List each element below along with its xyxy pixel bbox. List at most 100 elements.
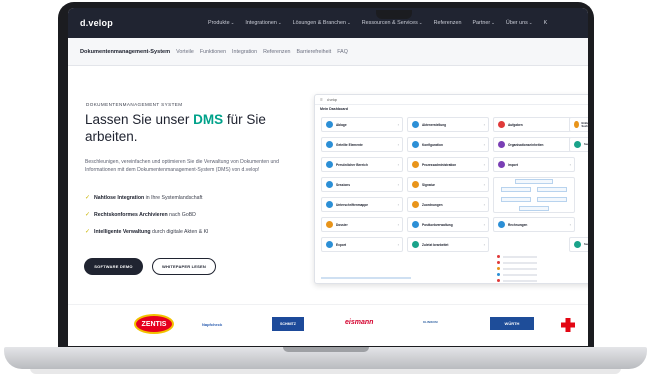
dashboard-tile[interactable]: Konfiguration › xyxy=(407,137,489,152)
nav-produkte[interactable]: Produkte⌄ xyxy=(208,20,234,26)
tile-label: Konfiguration xyxy=(422,142,443,147)
chevron-right-icon: › xyxy=(483,162,485,167)
dashboard-tile[interactable]: Export › xyxy=(321,237,403,252)
chevron-down-icon: ⌄ xyxy=(346,20,351,25)
dashboard-tile[interactable]: Aktenerstellung › xyxy=(407,117,489,132)
dashboard-tile[interactable]: Suche xyxy=(569,137,588,152)
headline-accent: DMS xyxy=(193,112,224,127)
subnav-funktionen[interactable]: Funktionen xyxy=(200,49,226,55)
chevron-right-icon: › xyxy=(483,202,485,207)
dashboard-tile[interactable]: Import › xyxy=(493,157,575,172)
eismann-logo: eismann xyxy=(345,319,374,326)
laptop-screen: d.velop Produkte⌄ Integrationen⌄ Lösunge… xyxy=(68,8,588,346)
tile-icon xyxy=(326,241,333,248)
tile-label: Persönlicher Bereich xyxy=(336,162,368,167)
scrollbar[interactable] xyxy=(321,277,411,279)
tile-icon xyxy=(326,141,333,148)
tile-label: Ablage xyxy=(336,122,347,127)
subnav-referenzen[interactable]: Referenzen xyxy=(263,49,290,55)
tile-icon xyxy=(412,161,419,168)
chevron-right-icon: › xyxy=(397,142,399,147)
file-icon xyxy=(497,255,500,258)
dashboard-tile[interactable]: Zuordnungen › xyxy=(407,197,489,212)
dashboard-tile[interactable]: Unterschriftenmappe › xyxy=(321,197,403,212)
klinikum-logo: KLINIKUM xyxy=(423,320,438,324)
subnav-vorteile[interactable]: Vorteile xyxy=(176,49,194,55)
chevron-right-icon: › xyxy=(483,182,485,187)
nav-label: K xyxy=(543,20,548,26)
dashboard-tile[interactable]: Ablage › xyxy=(321,117,403,132)
dashboard-tile[interactable]: Postkorbverwaltung › xyxy=(407,217,489,232)
tile-icon xyxy=(412,141,419,148)
tile-label: Rechnungen xyxy=(508,222,528,227)
menu-icon: ☰ xyxy=(320,97,323,102)
tile-icon xyxy=(326,201,333,208)
top-navigation: d.velop Produkte⌄ Integrationen⌄ Lösunge… xyxy=(68,8,588,38)
tile-icon xyxy=(412,181,419,188)
dashboard-tile[interactable]: Dossier › xyxy=(321,217,403,232)
nav-ressourcen[interactable]: Ressourcen & Services⌄ xyxy=(362,20,423,26)
list-item[interactable] xyxy=(503,280,537,282)
software-demo-button[interactable]: SOFTWARE DEMO xyxy=(84,258,143,275)
chevron-down-icon: ⌄ xyxy=(230,20,235,25)
nav-loesungen[interactable]: Lösungen & Branchen⌄ xyxy=(293,20,351,26)
nav-label: Referenzen xyxy=(433,20,462,26)
dashboard-tile[interactable]: Prozessadministration › xyxy=(407,157,489,172)
tile-icon xyxy=(574,141,581,148)
chevron-right-icon: › xyxy=(569,222,571,227)
subnav-barrierefreiheit[interactable]: Barrierefreiheit xyxy=(296,49,331,55)
nav-partner[interactable]: Partner⌄ xyxy=(472,20,494,26)
dashboard-tile[interactable]: Signatur › xyxy=(407,177,489,192)
tile-label: Sessions xyxy=(336,182,350,187)
dashboard-tile[interactable]: Persönlicher Bereich › xyxy=(321,157,403,172)
nav-ueber-uns[interactable]: Über uns⌄ xyxy=(506,20,533,26)
tile-icon xyxy=(412,221,419,228)
list-item[interactable] xyxy=(503,256,537,258)
tile-label: Suche xyxy=(584,143,588,146)
feature-text: Intelligente Verwaltung durch digitale A… xyxy=(94,229,208,235)
sub-navigation: Dokumentenmanagement-System Vorteile Fun… xyxy=(68,38,588,66)
tile-icon xyxy=(326,181,333,188)
dvelop-logo[interactable]: d.velop xyxy=(80,18,113,28)
dashboard-tile[interactable]: Zuletzt bearbeitet › xyxy=(407,237,489,252)
feature-rest: nach GoBD xyxy=(167,211,196,218)
org-node xyxy=(537,197,567,202)
mockup-app-name: d.velop xyxy=(326,97,338,102)
dashboard-tile[interactable]: Aufgaben› xyxy=(493,117,575,132)
nav-label: Produkte xyxy=(208,20,230,26)
list-item[interactable] xyxy=(503,262,537,264)
feature-bold: Nahtlose Integration xyxy=(94,194,145,201)
chevron-right-icon: › xyxy=(569,162,571,167)
tile-label: Postkorbverwaltung xyxy=(422,222,453,227)
whitepaper-button[interactable]: WHITEPAPER LESEN xyxy=(152,258,216,275)
subnav-integration[interactable]: Integration xyxy=(232,49,257,55)
headline-text: Lassen Sie unser xyxy=(85,112,194,127)
dashboard-tile[interactable]: Suche xyxy=(569,237,588,252)
subnav-faq[interactable]: FAQ xyxy=(337,49,348,55)
feature-bold: Rechtskonformes Archivieren xyxy=(94,211,168,218)
list-item[interactable] xyxy=(503,274,537,276)
tile-label: Aufgaben xyxy=(508,122,523,127)
feature-bold: Intelligente Verwaltung xyxy=(94,228,151,235)
nav-k[interactable]: K xyxy=(544,20,548,26)
tile-icon xyxy=(498,121,505,128)
chevron-right-icon: › xyxy=(397,122,399,127)
tile-icon xyxy=(326,221,333,228)
file-icon xyxy=(497,273,500,276)
napfcheck-logo: Napfcheck xyxy=(202,322,223,327)
nav-integrationen[interactable]: Integrationen⌄ xyxy=(245,20,281,26)
subnav-title[interactable]: Dokumentenmanagement-System xyxy=(80,49,170,55)
nav-referenzen[interactable]: Referenzen xyxy=(434,20,462,26)
list-item[interactable] xyxy=(503,268,537,270)
tile-label: Suche xyxy=(584,243,588,246)
check-icon: ✓ xyxy=(85,212,91,218)
dashboard-tile[interactable]: Sessions › xyxy=(321,177,403,192)
dashboard-tile[interactable]: Geteilte Elemente › xyxy=(321,137,403,152)
dashboard-tile[interactable]: Rechnungen › xyxy=(493,217,575,232)
org-node xyxy=(501,197,531,202)
tile-icon xyxy=(326,121,333,128)
tile-label: Prozessadministration xyxy=(422,162,457,167)
dashboard-tile[interactable]: Einfache Suche xyxy=(569,117,588,132)
dashboard-tile[interactable]: Organisationseinheiten› xyxy=(493,137,575,152)
org-node xyxy=(537,187,567,192)
